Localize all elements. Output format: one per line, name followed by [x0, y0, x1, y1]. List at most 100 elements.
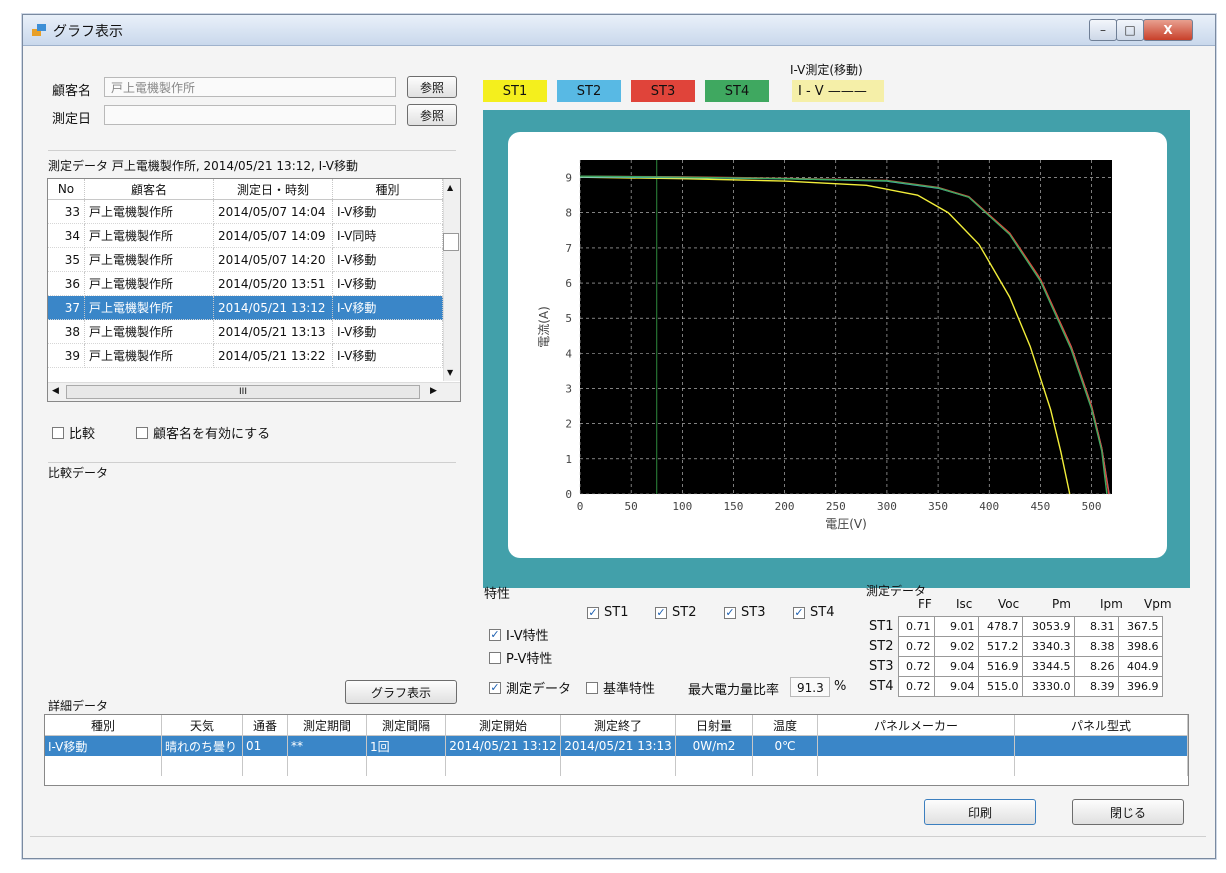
- list-side-toggle[interactable]: [443, 233, 459, 251]
- st2-checkbox[interactable]: ✓ ST2: [655, 605, 696, 620]
- x-tick-label: 100: [672, 500, 692, 513]
- measure-row: ST1 0.71 9.01 478.7 3053.9 8.31 367.5: [866, 616, 1163, 637]
- status-divider: [30, 836, 1206, 837]
- date-field[interactable]: [104, 105, 396, 125]
- table-row[interactable]: 34 戸上電機製作所 2014/05/07 14:09 I-V同時: [48, 223, 443, 248]
- window-title: グラフ表示: [53, 24, 123, 40]
- iv-check-icon[interactable]: ✓: [489, 628, 501, 641]
- table-row[interactable]: 38 戸上電機製作所 2014/05/21 13:13 I-V移動: [48, 319, 443, 344]
- divider: [48, 462, 456, 463]
- divider: [48, 150, 456, 151]
- legend-iv: I - V ———: [792, 80, 884, 102]
- enable-customer-box[interactable]: [136, 426, 148, 439]
- compare-checkbox[interactable]: 比較: [52, 423, 95, 442]
- y-tick-label: 7: [565, 242, 572, 255]
- st3-checkbox[interactable]: ✓ ST3: [724, 605, 765, 620]
- table-row[interactable]: 35 戸上電機製作所 2014/05/07 14:20 I-V移動: [48, 247, 443, 272]
- horizontal-scrollbar[interactable]: ◀ III ▶: [48, 382, 460, 401]
- x-tick-label: 150: [724, 500, 744, 513]
- graph-display-button[interactable]: グラフ表示: [345, 680, 457, 704]
- measure-row: ST4 0.72 9.04 515.0 3330.0 8.39 396.9: [866, 676, 1163, 697]
- customer-ref-button[interactable]: 参照: [407, 76, 457, 98]
- date-ref-button[interactable]: 参照: [407, 104, 457, 126]
- col-voc: Voc: [998, 597, 1020, 611]
- mode-label: I-V測定(移動): [790, 63, 863, 77]
- detail-table[interactable]: 種別 天気 通番 測定期間 測定間隔 測定開始 測定終了 日射量 温度 パネルメ…: [44, 714, 1189, 786]
- detail-row-empty[interactable]: [45, 756, 1188, 776]
- reference-box[interactable]: [586, 681, 598, 694]
- measure-table: ST1 0.71 9.01 478.7 3053.9 8.31 367.5 ST2 0.72 9…: [866, 616, 1163, 697]
- close-button[interactable]: 閉じる: [1072, 799, 1184, 825]
- iv-checkbox[interactable]: ✓ I-V特性: [489, 625, 549, 644]
- col-datetime[interactable]: 測定日・時刻: [213, 179, 333, 200]
- pv-box[interactable]: [489, 651, 501, 664]
- detail-row-selected[interactable]: I-V移動 晴れのち曇り 01 ** 1回 2014/05/21 13:12 2…: [45, 735, 1188, 756]
- x-tick-label: 350: [928, 500, 948, 513]
- table-row-selected[interactable]: 37 戸上電機製作所 2014/05/21 13:12 I-V移動: [48, 295, 443, 320]
- measure-row: ST2 0.72 9.02 517.2 3340.3 8.38 398.6: [866, 636, 1163, 657]
- col-ff: FF: [918, 597, 932, 611]
- scroll-up-icon[interactable]: ▲: [447, 183, 453, 192]
- x-tick-label: 200: [775, 500, 795, 513]
- st2-check-icon[interactable]: ✓: [655, 606, 667, 619]
- y-tick-label: 9: [565, 172, 572, 185]
- table-row[interactable]: 39 戸上電機製作所 2014/05/21 13:22 I-V移動: [48, 343, 443, 368]
- col-isc: Isc: [956, 597, 973, 611]
- y-tick-label: 4: [565, 347, 572, 360]
- y-tick-label: 5: [565, 312, 572, 325]
- vertical-scrollbar[interactable]: ▲ ▼: [443, 179, 460, 381]
- st4-check-icon[interactable]: ✓: [793, 606, 805, 619]
- col-customer[interactable]: 顧客名: [84, 179, 214, 200]
- x-tick-label: 0: [577, 500, 584, 513]
- col-ipm: Ipm: [1100, 597, 1123, 611]
- legend-st1: ST1: [483, 80, 547, 102]
- customer-name-field[interactable]: 戸上電機製作所: [104, 77, 396, 97]
- pv-checkbox[interactable]: P-V特性: [489, 648, 552, 667]
- close-window-button[interactable]: X: [1143, 19, 1193, 41]
- measurement-list[interactable]: No 顧客名 測定日・時刻 種別 33 戸上電機製作所 2014/05/07 14:…: [47, 178, 461, 402]
- maximize-button[interactable]: □: [1116, 19, 1144, 41]
- x-axis-label: 電圧(V): [825, 517, 867, 531]
- measure-table-label: 測定データ: [866, 584, 927, 598]
- table-row[interactable]: 36 戸上電機製作所 2014/05/20 13:51 I-V移動: [48, 271, 443, 296]
- scroll-thumb[interactable]: III: [66, 385, 420, 399]
- reference-checkbox[interactable]: 基準特性: [586, 678, 655, 697]
- compare-box[interactable]: [52, 426, 64, 439]
- print-button[interactable]: 印刷: [924, 799, 1036, 825]
- scroll-down-icon[interactable]: ▼: [447, 368, 453, 377]
- st4-checkbox[interactable]: ✓ ST4: [793, 605, 834, 620]
- table-row[interactable]: 33 戸上電機製作所 2014/05/07 14:04 I-V移動: [48, 199, 443, 224]
- x-tick-label: 400: [979, 500, 999, 513]
- col-vpm: Vpm: [1144, 597, 1172, 611]
- scroll-right-icon[interactable]: ▶: [430, 386, 437, 396]
- compare-data-label: 比較データ: [48, 466, 109, 480]
- measure-data-header: 測定データ 戸上電機製作所, 2014/05/21 13:12, I-V移動: [48, 159, 359, 173]
- detail-header: 種別 天気 通番 測定期間 測定間隔 測定開始 測定終了 日射量 温度 パネルメ…: [45, 715, 1188, 736]
- y-tick-label: 8: [565, 207, 572, 220]
- x-tick-label: 450: [1030, 500, 1050, 513]
- scroll-left-icon[interactable]: ◀: [52, 386, 59, 396]
- measured-check-icon[interactable]: ✓: [489, 681, 501, 694]
- x-tick-label: 500: [1082, 500, 1102, 513]
- legend-st2: ST2: [557, 80, 621, 102]
- measured-checkbox[interactable]: ✓ 測定データ: [489, 678, 571, 697]
- measure-row: ST3 0.72 9.04 516.9 3344.5 8.26 404.9: [866, 656, 1163, 677]
- st1-check-icon[interactable]: ✓: [587, 606, 599, 619]
- enable-customer-checkbox[interactable]: 顧客名を有効にする: [136, 423, 270, 442]
- col-type[interactable]: 種別: [332, 179, 443, 200]
- st3-check-icon[interactable]: ✓: [724, 606, 736, 619]
- date-label: 測定日: [52, 112, 92, 127]
- y-tick-label: 6: [565, 277, 572, 290]
- legend-st3: ST3: [631, 80, 695, 102]
- y-tick-label: 2: [565, 418, 572, 431]
- st1-checkbox[interactable]: ✓ ST1: [587, 605, 628, 620]
- characteristics-label: 特性: [484, 587, 511, 602]
- y-tick-label: 3: [565, 383, 572, 396]
- x-tick-label: 250: [826, 500, 846, 513]
- max-power-unit: %: [834, 679, 847, 694]
- col-no[interactable]: No: [48, 179, 85, 200]
- customer-label: 顧客名: [52, 84, 92, 99]
- minimize-button[interactable]: –: [1089, 19, 1117, 41]
- plot-area: [580, 160, 1112, 494]
- legend-st4: ST4: [705, 80, 769, 102]
